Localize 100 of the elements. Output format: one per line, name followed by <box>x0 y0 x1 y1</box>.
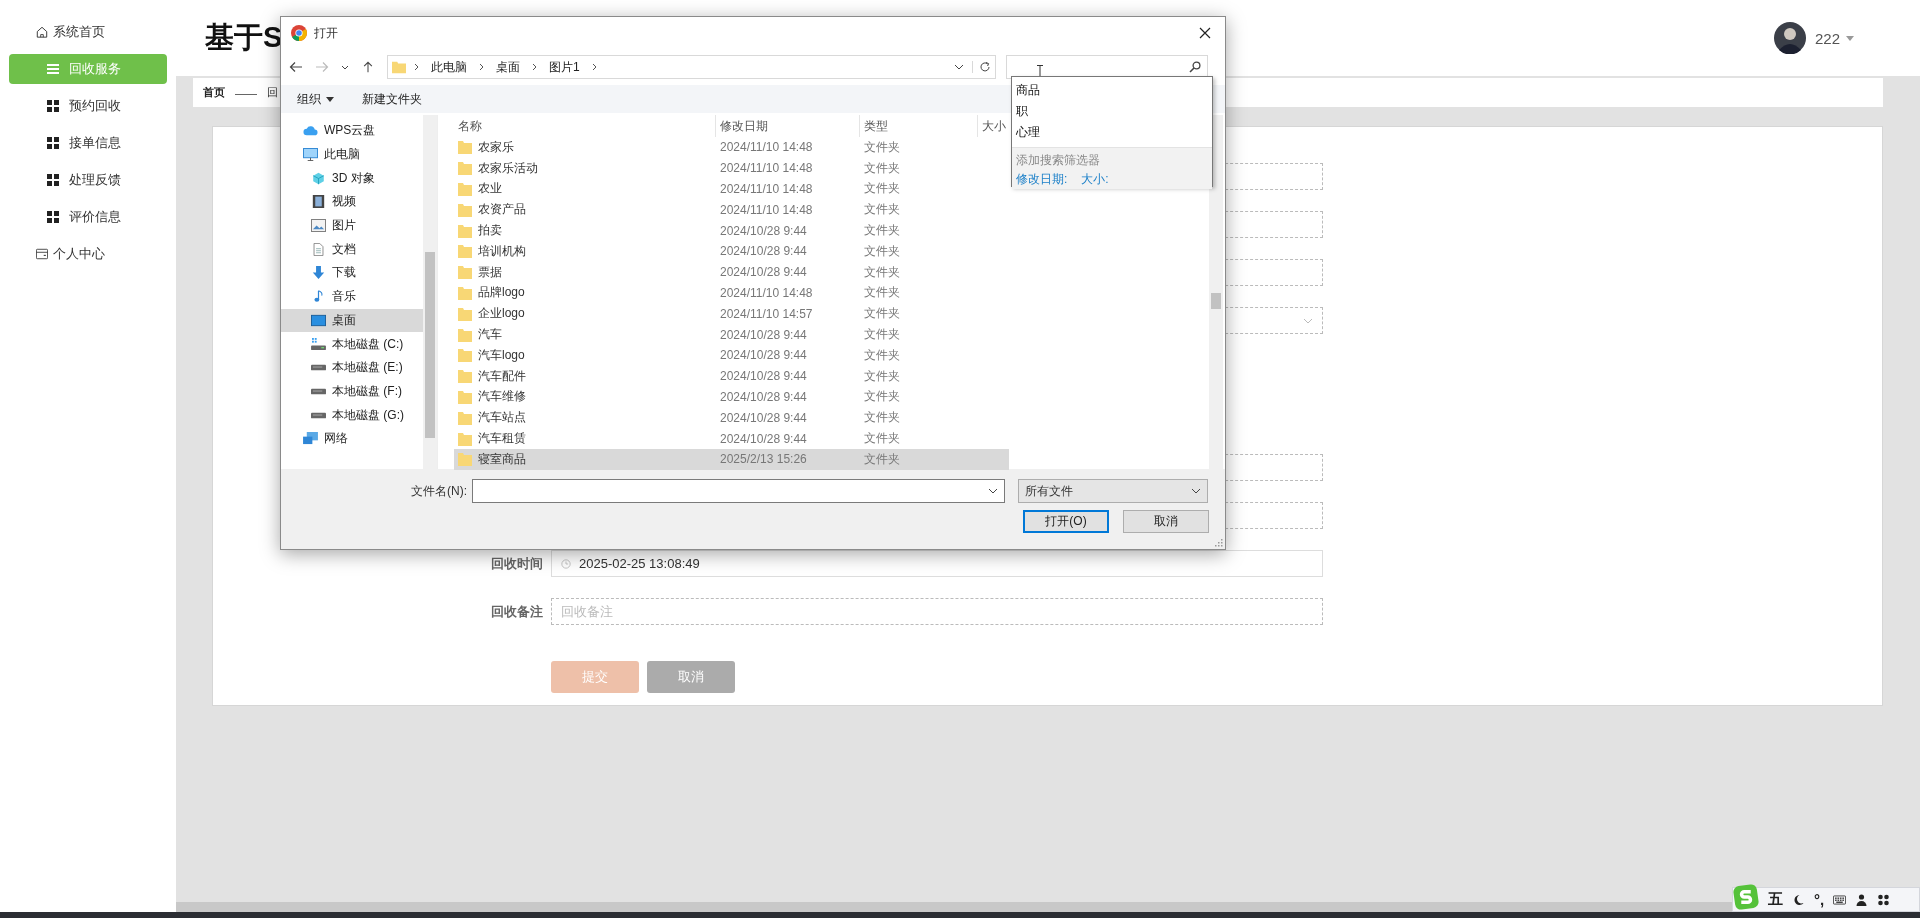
date-time-field[interactable]: 2025-02-25 13:08:49 <box>551 550 1323 577</box>
file-row[interactable]: 拍卖 2024/10/28 9:44 文件夹 <box>454 220 1009 241</box>
file-row[interactable]: 农家乐 2024/11/10 14:48 文件夹 <box>454 137 1009 158</box>
column-header[interactable]: 修改日期 <box>716 115 860 137</box>
file-row[interactable]: 企业logo 2024/11/10 14:57 文件夹 <box>454 303 1009 325</box>
file-row[interactable]: 汽车配件 2024/10/28 9:44 文件夹 <box>454 365 1009 387</box>
back-icon[interactable] <box>289 61 303 73</box>
grid-icon[interactable] <box>1877 893 1891 906</box>
cancel-button[interactable]: 取消 <box>1123 510 1209 533</box>
folder-icon <box>458 140 472 155</box>
path-segment[interactable]: 图片1 <box>549 58 580 76</box>
path-segment[interactable]: 此电脑 <box>431 58 467 76</box>
sidebar-item[interactable]: 系统首页 <box>9 17 167 47</box>
path-segment[interactable]: 桌面 <box>496 58 520 76</box>
file-row[interactable]: 汽车站点 2024/10/28 9:44 文件夹 <box>454 407 1009 429</box>
folder-icon <box>458 202 472 217</box>
nav-item[interactable]: 本地磁盘 (G:) <box>281 403 423 427</box>
dropdown-icon[interactable] <box>1191 488 1201 494</box>
field-label: 文件名(N): <box>410 482 467 500</box>
up-icon[interactable] <box>361 61 375 73</box>
input-mode[interactable]: 五 <box>1768 890 1783 909</box>
page-title: 基于S <box>205 20 283 55</box>
user-name[interactable]: 222 <box>1814 29 1840 47</box>
sidebar-item[interactable]: 评价信息 <box>9 202 167 232</box>
sidebar-item[interactable]: 接单信息 <box>9 128 167 158</box>
folder-icon <box>458 306 472 321</box>
file-row[interactable]: 培训机构 2024/10/28 9:44 文件夹 <box>454 241 1009 262</box>
filter-link[interactable]: 大小: <box>1081 170 1109 189</box>
search-icon[interactable] <box>1189 61 1201 73</box>
nav-item[interactable]: 下载 <box>281 261 423 285</box>
file-row[interactable]: 农业 2024/11/10 14:48 文件夹 <box>454 178 1009 200</box>
file-row[interactable]: 品牌logo 2024/11/10 14:48 文件夹 <box>454 282 1009 304</box>
dropdown-icon[interactable] <box>341 64 349 70</box>
refresh-icon[interactable] <box>972 61 991 73</box>
image-icon <box>311 219 326 233</box>
download-icon <box>311 266 326 280</box>
sidebar-item[interactable]: 个人中心 <box>9 239 167 269</box>
sidebar-item[interactable]: 处理反馈 <box>9 165 167 195</box>
nav-item[interactable]: WPS云盘 <box>281 119 423 143</box>
folder-icon <box>458 369 472 384</box>
home-icon <box>36 26 48 38</box>
nav-item[interactable]: 3D 对象 <box>281 166 423 191</box>
nav-item[interactable]: 此电脑 <box>281 142 423 167</box>
nav-item[interactable]: 本地磁盘 (C:) <box>281 332 423 356</box>
drive-icon <box>311 337 326 351</box>
browser-icon <box>291 25 307 41</box>
file-row[interactable]: 汽车logo 2024/10/28 9:44 文件夹 <box>454 344 1009 366</box>
chevron-icon[interactable] <box>479 63 484 71</box>
address-bar[interactable]: 此电脑 桌面 图片1 <box>387 55 996 79</box>
person-icon[interactable] <box>1855 893 1869 906</box>
clock-icon <box>561 558 571 569</box>
close-icon[interactable] <box>1199 27 1211 39</box>
breadcrumb-item[interactable]: 回 <box>267 85 278 100</box>
file-row[interactable]: 汽车维修 2024/10/28 9:44 文件夹 <box>454 386 1009 408</box>
keyboard-icon[interactable] <box>1833 893 1847 906</box>
suggestion-item[interactable]: 心理 <box>1016 122 1212 143</box>
scrollbar[interactable] <box>423 115 437 469</box>
file-row[interactable]: 寝室商品 2025/2/13 15:26 文件夹 <box>454 448 1009 470</box>
nav-item[interactable]: 音乐 <box>281 284 423 309</box>
column-header[interactable]: 类型 <box>860 115 978 137</box>
resize-grip-icon[interactable] <box>1214 538 1223 547</box>
nav-item[interactable]: 本地磁盘 (F:) <box>281 379 423 404</box>
file-name-field[interactable] <box>472 479 1005 503</box>
caret-icon[interactable] <box>326 96 334 102</box>
file-row[interactable]: 汽车租赁 2024/10/28 9:44 文件夹 <box>454 428 1009 449</box>
toolbar-button[interactable]: 新建文件夹 <box>356 87 428 111</box>
field-label: 回收备注 <box>490 602 544 621</box>
filter-link[interactable]: 修改日期: <box>1016 170 1068 189</box>
nav-item[interactable]: 视频 <box>281 190 423 214</box>
file-row[interactable]: 农家乐活动 2024/11/10 14:48 文件夹 <box>454 157 1009 179</box>
nav-item[interactable]: 网络 <box>281 426 423 451</box>
file-row[interactable]: 票据 2024/10/28 9:44 文件夹 <box>454 261 1009 283</box>
chevron-icon[interactable] <box>414 63 419 71</box>
file-type-dropdown[interactable]: 所有文件 <box>1018 479 1208 503</box>
dropdown-icon[interactable] <box>954 64 964 70</box>
chevron-icon[interactable] <box>532 63 537 71</box>
separator: —— <box>235 86 257 99</box>
nav-item[interactable]: 图片 <box>281 213 423 238</box>
folder-icon <box>458 452 472 467</box>
scrollbar[interactable] <box>1209 115 1223 469</box>
nav-item[interactable]: 桌面 <box>281 308 423 333</box>
avatar[interactable] <box>1773 22 1806 54</box>
suggestion-item[interactable]: 商品 <box>1016 80 1212 101</box>
dropdown-icon <box>1303 317 1313 324</box>
film-icon <box>311 195 326 209</box>
dropdown-icon[interactable] <box>988 488 998 494</box>
punctuation-mode[interactable]: °, <box>1814 891 1825 908</box>
moon-icon[interactable] <box>1792 893 1805 906</box>
nav-item[interactable]: 本地磁盘 (E:) <box>281 355 423 380</box>
column-header[interactable]: 名称 <box>454 115 716 137</box>
suggestion-item[interactable]: 职 <box>1016 101 1212 122</box>
cube-icon <box>311 171 326 185</box>
chevron-icon[interactable] <box>591 63 597 71</box>
breadcrumb-item[interactable]: 首页 <box>203 85 225 100</box>
nav-item[interactable]: 文档 <box>281 237 423 262</box>
file-row[interactable]: 汽车 2024/10/28 9:44 文件夹 <box>454 324 1009 345</box>
open-button[interactable]: 打开(O) <box>1023 510 1109 533</box>
sidebar-item[interactable]: 预约回收 <box>9 91 167 121</box>
file-row[interactable]: 农资产品 2024/11/10 14:48 文件夹 <box>454 199 1009 221</box>
menu-button[interactable]: 组织 <box>291 87 340 111</box>
